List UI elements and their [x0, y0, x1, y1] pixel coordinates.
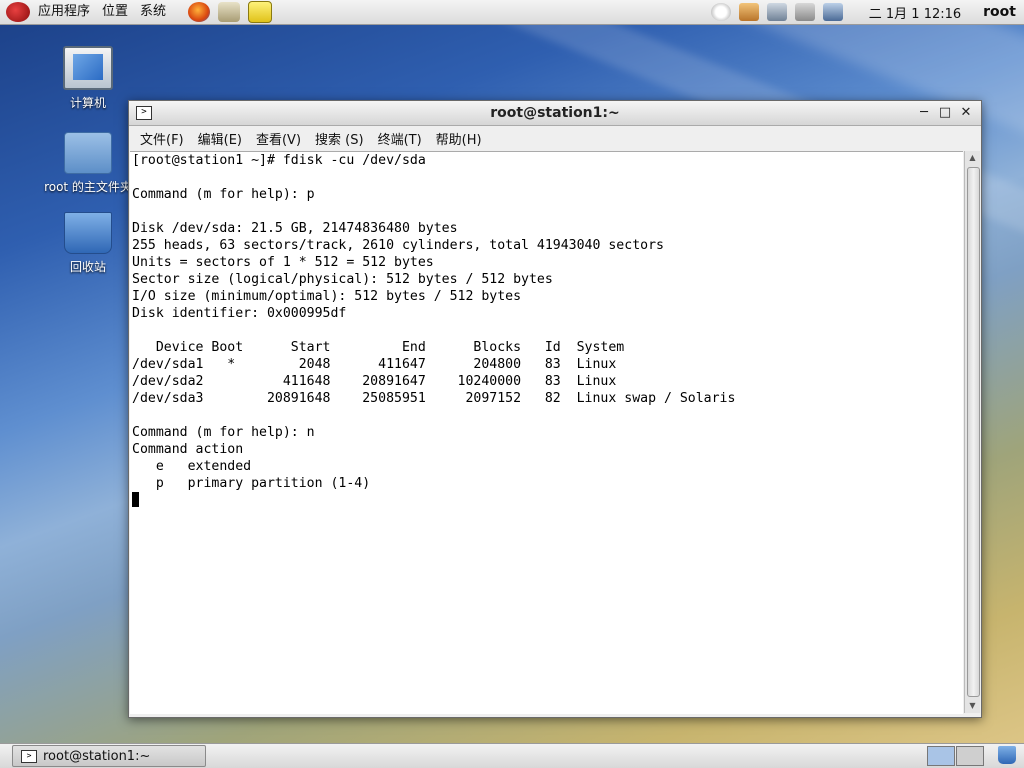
terminal-output[interactable]: [root@station1 ~]# fdisk -cu /dev/sda Co…	[130, 151, 963, 714]
terminal-scrollbar[interactable]: ▲ ▼	[964, 151, 980, 713]
firefox-icon[interactable]	[188, 2, 211, 22]
menu-applications[interactable]: 应用程序	[32, 0, 96, 24]
terminal-line: Disk /dev/sda: 21.5 GB, 21474836480 byte…	[132, 221, 458, 236]
menu-file[interactable]: 文件(F)	[133, 129, 191, 148]
workspace-2[interactable]	[956, 746, 984, 766]
taskbar-window-label: root@station1:~	[43, 748, 151, 764]
terminal-line: Sector size (logical/physical): 512 byte…	[132, 272, 553, 287]
package-icon[interactable]	[738, 3, 759, 21]
terminal-line: /dev/sda3 20891648 25085951 2097152 82 L…	[132, 391, 736, 406]
desktop-icon-label: root 的主文件夹	[44, 180, 132, 194]
computer-icon	[63, 46, 113, 90]
desktop-icon-label: 回收站	[69, 260, 106, 274]
system-tray: 二 1月 1 12:16 root	[707, 0, 1024, 24]
notes-icon[interactable]	[248, 1, 273, 23]
scroll-up-icon[interactable]: ▲	[965, 151, 980, 165]
scrollbar-thumb[interactable]	[967, 167, 980, 697]
taskbar-window-button[interactable]: > root@station1:~	[12, 745, 206, 767]
terminal-line: Command (m for help): p	[132, 187, 315, 202]
terminal-text: [root@station1 ~]# fdisk -cu /dev/sda Co…	[130, 152, 963, 492]
terminal-line: [root@station1 ~]# fdisk -cu /dev/sda	[132, 153, 426, 168]
terminal-line: I/O size (minimum/optimal): 512 bytes / …	[132, 289, 522, 304]
trash-icon	[64, 212, 112, 254]
display-icon[interactable]	[822, 3, 843, 21]
top-panel: 应用程序 位置 系统 二 1月 1 12:16 root	[0, 0, 1024, 25]
terminal-line: Command action	[132, 442, 244, 457]
terminal-line: 255 heads, 63 sectors/track, 2610 cylind…	[132, 238, 664, 253]
maximize-button[interactable]: □	[936, 104, 954, 122]
desktop-icon-home[interactable]: root 的主文件夹	[40, 132, 136, 195]
home-folder-icon	[64, 132, 112, 174]
menu-help[interactable]: 帮助(H)	[429, 129, 489, 148]
terminal-icon: >	[21, 749, 37, 763]
terminal-line: /dev/sda2 411648 20891647 10240000 83 Li…	[132, 374, 617, 389]
terminal-window: > root@station1:~ ─ □ ✕ 文件(F) 编辑(E) 查看(V…	[128, 100, 982, 718]
desktop-icon-trash[interactable]: 回收站	[40, 212, 136, 275]
desktop-icon-label: 计算机	[69, 96, 106, 110]
workspace-switcher	[926, 746, 1016, 766]
terminal-line: /dev/sda1 * 2048 411647 204800 83 Linux	[132, 357, 617, 372]
menu-places[interactable]: 位置	[96, 0, 134, 24]
menu-view[interactable]: 查看(V)	[249, 129, 308, 148]
redhat-logo-icon[interactable]	[6, 2, 30, 22]
terminal-line: Command (m for help): n	[132, 425, 315, 440]
terminal-line: p primary partition (1-4)	[132, 476, 371, 491]
user-name[interactable]: root	[983, 4, 1016, 20]
window-menubar: 文件(F) 编辑(E) 查看(V) 搜索 (S) 终端(T) 帮助(H)	[129, 126, 981, 150]
text-cursor	[132, 492, 139, 507]
scroll-down-icon[interactable]: ▼	[965, 699, 980, 713]
window-titlebar[interactable]: > root@station1:~ ─ □ ✕	[129, 101, 981, 126]
terminal-icon: >	[136, 106, 152, 120]
workspace-1[interactable]	[927, 746, 955, 766]
network-icon[interactable]	[766, 3, 787, 21]
close-button[interactable]: ✕	[957, 104, 975, 122]
mail-client-icon[interactable]	[218, 2, 241, 22]
update-icon[interactable]	[710, 3, 731, 21]
terminal-line: Disk identifier: 0x000995df	[132, 306, 347, 321]
minimize-button[interactable]: ─	[915, 104, 933, 122]
clock[interactable]: 二 1月 1 12:16	[869, 3, 961, 22]
trash-icon[interactable]	[998, 746, 1016, 764]
terminal-line: e extended	[132, 459, 252, 474]
menu-edit[interactable]: 编辑(E)	[191, 129, 249, 148]
desktop-icon-computer[interactable]: 计算机	[40, 46, 136, 111]
menu-terminal[interactable]: 终端(T)	[371, 129, 429, 148]
terminal-line: Units = sectors of 1 * 512 = 512 bytes	[132, 255, 434, 270]
terminal-line: Device Boot Start End Blocks Id System	[132, 340, 625, 355]
menu-system[interactable]: 系统	[134, 0, 172, 24]
volume-icon[interactable]	[794, 3, 815, 21]
bottom-panel: > root@station1:~	[0, 743, 1024, 768]
menu-search[interactable]: 搜索 (S)	[308, 129, 371, 148]
window-title: root@station1:~	[490, 105, 620, 121]
